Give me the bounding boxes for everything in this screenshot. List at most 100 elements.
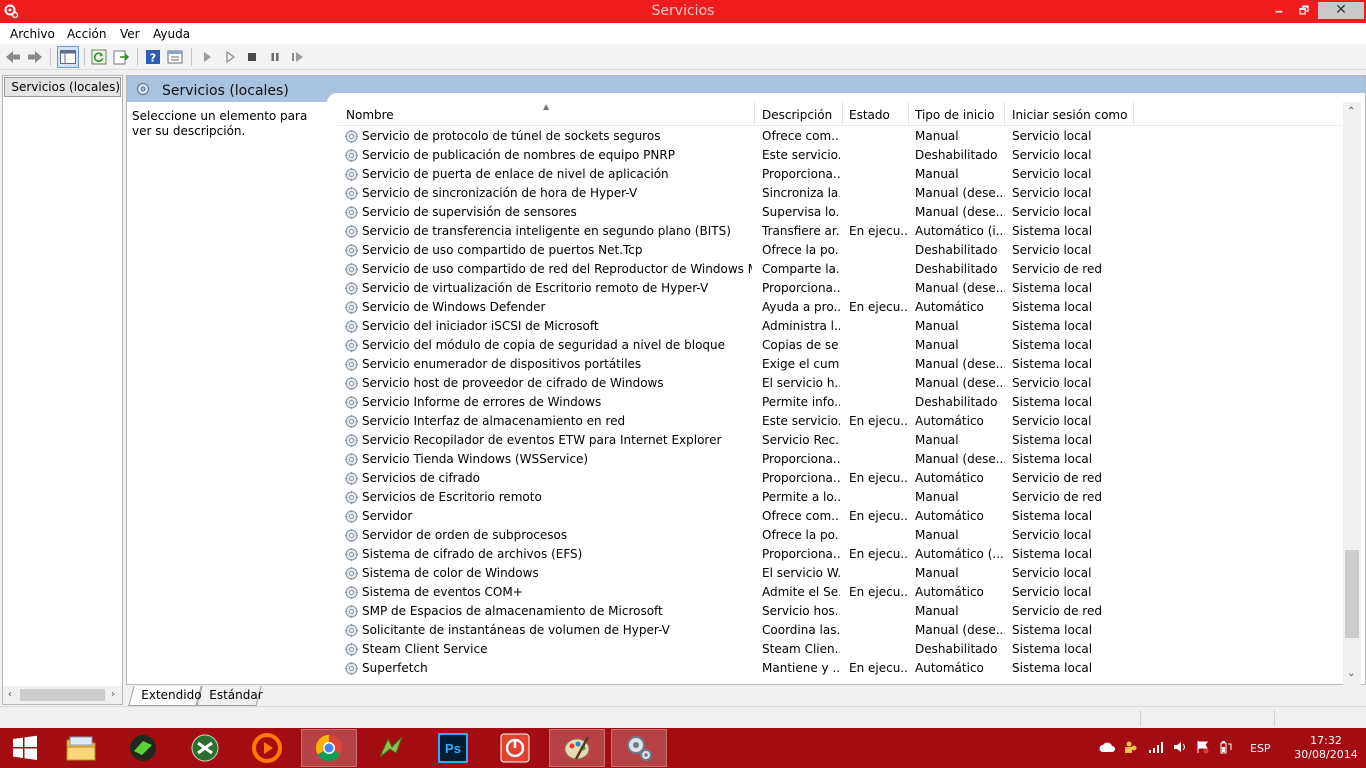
chrome-icon[interactable]	[301, 729, 357, 767]
column-divider[interactable]	[754, 102, 755, 126]
table-row[interactable]: Servicios de Escritorio remoto Permite a …	[337, 488, 1342, 507]
pause-service-icon[interactable]	[266, 48, 284, 66]
help-icon[interactable]: ?	[144, 48, 162, 66]
table-row[interactable]: Servicio de uso compartido de red del Re…	[337, 260, 1342, 279]
table-row[interactable]: Servidor Ofrece com... En ejecu... Automáti…	[337, 507, 1342, 526]
file-explorer-icon[interactable]	[53, 729, 109, 767]
column-header-logon-as[interactable]: Iniciar sesión como	[1012, 108, 1127, 122]
menu-accion[interactable]: Acción	[67, 27, 106, 41]
torrent-icon[interactable]	[177, 729, 233, 767]
tree-item-servicios-locales[interactable]: Servicios (locales)	[4, 77, 121, 97]
column-divider[interactable]	[1133, 102, 1134, 126]
refresh-icon[interactable]	[90, 48, 108, 66]
export-list-icon[interactable]	[112, 48, 130, 66]
table-row[interactable]: Servidor de orden de subprocesos Ofrece l…	[337, 526, 1342, 545]
table-row[interactable]: Superfetch Mantiene y ... En ejecu... Autom…	[337, 659, 1342, 678]
scrollbar-thumb[interactable]	[1345, 550, 1359, 638]
table-row[interactable]: Servicio de supervisión de sensores Super…	[337, 203, 1342, 222]
column-divider[interactable]	[908, 102, 909, 126]
table-row[interactable]: SMP de Espacios de almacenamiento de Mic…	[337, 602, 1342, 621]
show-hide-tree-icon[interactable]	[57, 46, 79, 68]
table-row[interactable]: Servicio de transferencia inteligente en…	[337, 222, 1342, 241]
column-header-state[interactable]: Estado	[849, 108, 890, 122]
service-name: Servicio de Windows Defender	[362, 300, 546, 314]
battery-icon[interactable]	[1219, 740, 1233, 754]
table-row[interactable]: Servicio del iniciador iSCSI de Microsof…	[337, 317, 1342, 336]
media-app-icon[interactable]	[115, 729, 171, 767]
menu-ver[interactable]: Ver	[120, 27, 140, 41]
start-icon[interactable]	[0, 729, 50, 767]
column-header-name[interactable]: Nombre	[346, 108, 394, 122]
scroll-left-icon[interactable]: ‹	[8, 689, 12, 700]
network-people-icon[interactable]	[1124, 740, 1138, 754]
tab-extendido[interactable]: Extendido	[128, 686, 202, 706]
service-name: Servicio del módulo de copia de segurida…	[362, 338, 726, 352]
service-description: Ofrece la po...	[762, 528, 840, 542]
clock[interactable]: 17:32 30/08/2014	[1292, 734, 1360, 762]
menu-ayuda[interactable]: Ayuda	[153, 27, 190, 41]
cloud-icon[interactable]	[1099, 741, 1115, 753]
bird-app-icon[interactable]	[363, 729, 419, 767]
scroll-down-icon[interactable]: ⌄	[1347, 668, 1355, 679]
menu-archivo[interactable]: Archivo	[10, 27, 55, 41]
table-row[interactable]: Servicio Recopilador de eventos ETW para…	[337, 431, 1342, 450]
service-logon-as: Servicio local	[1012, 566, 1092, 580]
power-app-icon[interactable]	[487, 729, 543, 767]
table-row[interactable]: Servicio de uso compartido de puertos Ne…	[337, 241, 1342, 260]
service-logon-as: Servicio local	[1012, 148, 1092, 162]
table-row[interactable]: Solicitante de instantáneas de volumen d…	[337, 621, 1342, 640]
close-button[interactable]: ✕	[1318, 2, 1364, 19]
table-row[interactable]: Servicio de protocolo de túnel de socket…	[337, 127, 1342, 146]
scroll-right-icon[interactable]: ›	[111, 689, 115, 700]
properties-icon[interactable]	[166, 48, 184, 66]
vertical-scrollbar[interactable]: ⌃ ⌄	[1343, 102, 1361, 685]
table-row[interactable]: Servicio Interfaz de almacenamiento en r…	[337, 412, 1342, 431]
table-row[interactable]: Servicio enumerador de dispositivos port…	[337, 355, 1342, 374]
back-icon[interactable]	[4, 48, 22, 66]
table-row[interactable]: Sistema de eventos COM+ Admite el Se... En…	[337, 583, 1342, 602]
table-row[interactable]: Servicio de publicación de nombres de eq…	[337, 146, 1342, 165]
table-row[interactable]: Sistema de color de Windows El servicio W…	[337, 564, 1342, 583]
resume-service-icon[interactable]	[289, 48, 307, 66]
column-header-description[interactable]: Descripción	[762, 108, 832, 122]
table-row[interactable]: Sistema de cifrado de archivos (EFS) Prop…	[337, 545, 1342, 564]
scrollbar-thumb[interactable]	[20, 689, 105, 701]
table-row[interactable]: Servicio de sincronización de hora de Hy…	[337, 184, 1342, 203]
table-row[interactable]: Servicio de Windows Defender Ayuda a pro.…	[337, 298, 1342, 317]
action-center-flag-icon[interactable]	[1196, 740, 1210, 754]
service-logon-as: Sistema local	[1012, 452, 1093, 466]
table-row[interactable]: Servicio de puerta de enlace de nivel de…	[337, 165, 1342, 184]
service-state: En ejecu...	[849, 471, 909, 485]
stop-service-icon[interactable]	[243, 48, 261, 66]
services-icon[interactable]	[611, 729, 667, 767]
signal-icon[interactable]	[1148, 741, 1164, 753]
table-row[interactable]: Steam Client Service Steam Clien... Deshab…	[337, 640, 1342, 659]
table-row[interactable]: Servicio host de proveedor de cifrado de…	[337, 374, 1342, 393]
toolbar-separator	[137, 48, 138, 66]
table-row[interactable]: Servicio del módulo de copia de segurida…	[337, 336, 1342, 355]
volume-icon[interactable]	[1173, 741, 1187, 753]
service-gear-icon	[344, 224, 359, 239]
table-row[interactable]: Servicio de virtualización de Escritorio…	[337, 279, 1342, 298]
photoshop-icon[interactable]: Ps	[425, 729, 481, 767]
language-indicator[interactable]: ESP	[1250, 742, 1271, 755]
table-row[interactable]: Servicio Tienda Windows (WSService) Propo…	[337, 450, 1342, 469]
media-player-icon[interactable]	[239, 729, 295, 767]
start-service-icon[interactable]	[198, 48, 216, 66]
scroll-up-icon[interactable]: ⌃	[1347, 106, 1355, 117]
service-startup-type: Automático	[915, 414, 984, 428]
tree-horizontal-scrollbar[interactable]: ‹ ›	[3, 686, 122, 704]
start-service-params-icon[interactable]	[221, 48, 239, 66]
table-row[interactable]: Servicio Informe de errores de Windows Pe…	[337, 393, 1342, 412]
service-gear-icon	[344, 357, 359, 372]
column-divider[interactable]	[1004, 102, 1005, 126]
tab-estandar[interactable]: Estándar	[196, 686, 263, 706]
forward-icon[interactable]	[26, 48, 44, 66]
paint-icon[interactable]	[549, 729, 605, 767]
column-header-startup-type[interactable]: Tipo de inicio	[915, 108, 994, 122]
table-row[interactable]: Servicios de cifrado Proporciona... En eje…	[337, 469, 1342, 488]
service-startup-type: Deshabilitado	[915, 262, 998, 276]
minimize-button[interactable]: 🗕	[1268, 2, 1290, 19]
maximize-button[interactable]: 🗗	[1292, 2, 1316, 19]
column-divider[interactable]	[842, 102, 843, 126]
